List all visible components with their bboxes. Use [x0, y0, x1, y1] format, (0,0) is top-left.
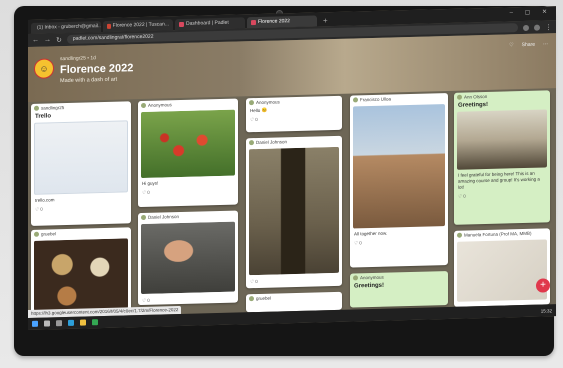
- padlet-icon: [179, 21, 184, 28]
- post-likes[interactable]: ♡ 0: [138, 185, 238, 198]
- group-indoor-photo: [457, 109, 547, 170]
- post-likes[interactable]: ♡ 0: [350, 236, 448, 249]
- avatar: [141, 214, 146, 221]
- post-meta: Francisco Ulloa: [350, 93, 448, 105]
- avatar: [249, 140, 254, 146]
- post-meta: Manuela Fortuna (Prof MA, MMB): [454, 228, 550, 240]
- post-card-greetings[interactable]: Ann Olsson Greetings! I feel grateful fo…: [454, 90, 550, 225]
- forward-icon[interactable]: →: [44, 36, 51, 43]
- site-icon: [107, 23, 111, 29]
- avatar: [457, 94, 462, 100]
- edge-icon[interactable]: [68, 319, 74, 326]
- avatar: [249, 296, 254, 302]
- post-likes[interactable]: ♡ 0: [246, 275, 342, 288]
- padlet-title: Florence 2022: [60, 62, 134, 77]
- post-card-hello[interactable]: Anonymous Hello 😊 ♡ 0: [246, 95, 342, 133]
- post-likes[interactable]: ♡ 0: [138, 294, 238, 306]
- post-card-wine[interactable]: Daniel Johnson ♡ 0: [246, 135, 342, 289]
- post-card-sketch[interactable]: Manuela Fortuna (Prof MA, MMB): [454, 228, 550, 307]
- task-view-icon[interactable]: [56, 320, 62, 327]
- post-card-trello[interactable]: sandlingr25 Trello trello.com ♡ 0: [31, 101, 131, 226]
- avatar: [249, 100, 254, 106]
- post-meta: gruebel: [31, 227, 131, 239]
- post-card-greetings-2[interactable]: Anonymous Greetings!: [350, 271, 448, 308]
- taskbar-clock[interactable]: 15:32: [541, 308, 552, 313]
- post-meta: Daniel Johnson: [246, 136, 342, 148]
- post-likes[interactable]: ♡ 0: [454, 189, 550, 202]
- windows-start-icon[interactable]: [32, 320, 38, 327]
- reload-icon[interactable]: ↻: [56, 36, 62, 44]
- group-outdoor-photo: [353, 104, 445, 229]
- padlet-emoji-icon: ☺: [34, 58, 54, 79]
- avatar: [141, 102, 146, 109]
- padlet-author: sandlingr25 • 1d: [60, 55, 96, 63]
- post-meta: Daniel Johnson: [138, 211, 238, 223]
- sketch-image: [457, 239, 547, 302]
- post-title: Greetings!: [458, 101, 489, 109]
- like-icon[interactable]: ♡: [509, 42, 513, 48]
- new-tab-button[interactable]: +: [319, 15, 332, 26]
- padlet-subtitle: Made with a dash of art: [60, 76, 118, 85]
- avatar: [353, 275, 358, 281]
- post-card-drinks[interactable]: gruebel: [31, 227, 131, 314]
- padlet-icon: [251, 20, 256, 26]
- post-likes[interactable]: ♡ 0: [31, 202, 131, 215]
- post-text: I feel grateful for being here! This is …: [458, 170, 540, 190]
- post-title: Greetings!: [354, 282, 385, 290]
- post-likes[interactable]: ♡ 0: [246, 113, 342, 126]
- post-card-selfie[interactable]: Daniel Johnson ♡ 0: [138, 210, 238, 306]
- trello-screenshot: [34, 120, 128, 195]
- avatar: [353, 97, 358, 103]
- explorer-icon[interactable]: [80, 319, 86, 326]
- share-button[interactable]: Share: [522, 42, 535, 48]
- window-controls[interactable]: ‒ ▢ ✕: [510, 8, 552, 16]
- post-card-flowers[interactable]: Anonymous Hi guys! ♡ 0: [138, 98, 238, 208]
- extension-icon[interactable]: [523, 24, 529, 31]
- wine-bottle-photo: [249, 146, 339, 276]
- flowers-photo: [141, 109, 235, 179]
- search-icon[interactable]: [44, 320, 50, 327]
- header-actions: ♡ Share ⋯: [509, 41, 548, 48]
- post-meta: Anonymous: [138, 99, 238, 111]
- more-icon[interactable]: ⋯: [543, 41, 548, 47]
- back-icon[interactable]: ←: [32, 37, 39, 44]
- avatar: [34, 105, 39, 111]
- post-title: Trello: [35, 113, 52, 120]
- post-card-group-outdoor[interactable]: Francisco Ulloa All together now. ♡ 0: [350, 93, 448, 268]
- menu-icon[interactable]: ⋮: [545, 23, 552, 31]
- avatar: [457, 232, 462, 238]
- selfie-photo: [141, 221, 235, 295]
- chrome-icon[interactable]: [92, 319, 98, 326]
- drinks-photo: [34, 238, 128, 311]
- profile-icon[interactable]: [534, 24, 540, 31]
- laptop-screen: (1) Inbox - gruberch@gmail... Florence 2…: [28, 6, 556, 331]
- avatar: [34, 231, 39, 237]
- post-meta: gruebel: [246, 292, 342, 304]
